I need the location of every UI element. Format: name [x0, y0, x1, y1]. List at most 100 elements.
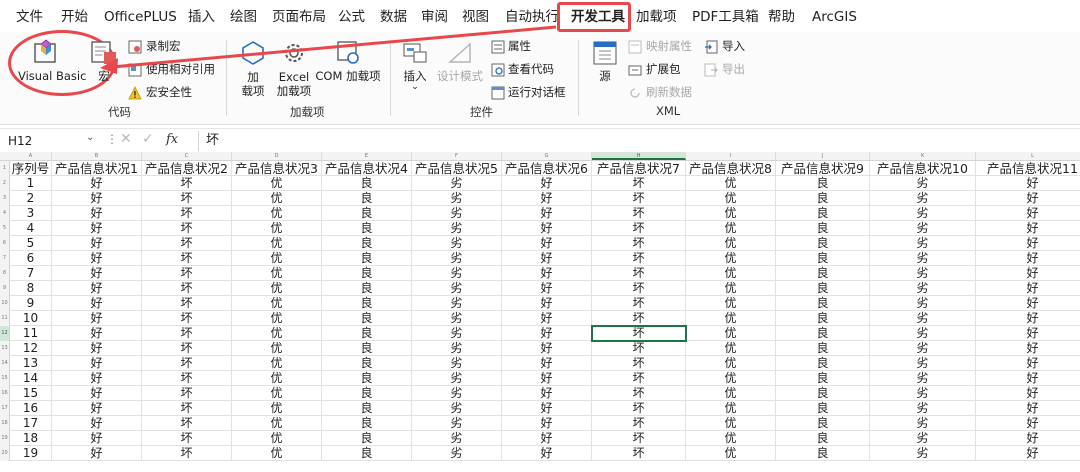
table-cell[interactable]: 优 [232, 251, 322, 266]
table-cell[interactable]: 良 [776, 356, 870, 371]
table-cell[interactable]: 劣 [412, 266, 502, 281]
table-cell[interactable]: 良 [776, 371, 870, 386]
table-cell[interactable]: 优 [686, 311, 776, 326]
serial-number-cell[interactable]: 4 [10, 221, 52, 236]
column-header[interactable]: C [142, 152, 232, 160]
table-cell[interactable]: 坏 [592, 341, 686, 356]
menu-item-13[interactable]: PDF工具箱 [692, 0, 759, 32]
xml-source-icon[interactable] [591, 39, 619, 67]
table-cell[interactable]: 好 [52, 221, 142, 236]
serial-number-cell[interactable]: 3 [10, 206, 52, 221]
macro-security-button[interactable]: 宏安全性 [146, 83, 192, 101]
import-button[interactable]: 导入 [722, 37, 745, 55]
table-cell[interactable]: 优 [686, 266, 776, 281]
table-cell[interactable]: 优 [686, 326, 776, 341]
table-cell[interactable]: 优 [232, 266, 322, 281]
column-header[interactable]: I [686, 152, 776, 160]
serial-number-cell[interactable]: 7 [10, 266, 52, 281]
column-title-cell[interactable]: 产品信息状况10 [870, 161, 976, 176]
menu-item-0[interactable]: 文件 [16, 0, 43, 32]
table-cell[interactable]: 好 [52, 371, 142, 386]
table-cell[interactable]: 劣 [412, 371, 502, 386]
table-cell[interactable]: 坏 [592, 176, 686, 191]
chevron-down-icon[interactable]: ⌄ [408, 80, 422, 95]
table-cell[interactable]: 优 [232, 296, 322, 311]
table-cell[interactable]: 良 [322, 221, 412, 236]
table-cell[interactable]: 良 [776, 296, 870, 311]
table-cell[interactable]: 劣 [412, 326, 502, 341]
column-header[interactable]: D [232, 152, 322, 160]
table-cell[interactable]: 优 [686, 446, 776, 461]
table-cell[interactable]: 优 [686, 206, 776, 221]
table-cell[interactable]: 良 [776, 446, 870, 461]
table-cell[interactable]: 良 [322, 386, 412, 401]
table-cell[interactable]: 好 [976, 221, 1080, 236]
table-cell[interactable]: 优 [686, 296, 776, 311]
table-cell[interactable]: 劣 [870, 356, 976, 371]
table-cell[interactable]: 好 [976, 431, 1080, 446]
row-number[interactable]: 9 [0, 281, 10, 296]
table-cell[interactable]: 优 [232, 191, 322, 206]
menu-item-2[interactable]: OfficePLUS [104, 0, 177, 32]
table-cell[interactable]: 坏 [592, 221, 686, 236]
table-cell[interactable]: 好 [976, 341, 1080, 356]
table-cell[interactable]: 劣 [412, 416, 502, 431]
table-cell[interactable]: 好 [976, 281, 1080, 296]
table-cell[interactable]: 坏 [142, 311, 232, 326]
table-cell[interactable]: 劣 [412, 176, 502, 191]
table-cell[interactable]: 坏 [142, 281, 232, 296]
table-cell[interactable]: 好 [976, 296, 1080, 311]
table-cell[interactable]: 好 [976, 191, 1080, 206]
table-cell[interactable]: 良 [776, 416, 870, 431]
table-cell[interactable]: 良 [776, 386, 870, 401]
table-cell[interactable]: 劣 [870, 311, 976, 326]
table-cell[interactable]: 好 [52, 446, 142, 461]
table-cell[interactable]: 劣 [412, 311, 502, 326]
expansion-packs-button[interactable]: 扩展包 [646, 60, 681, 78]
table-cell[interactable]: 良 [776, 431, 870, 446]
column-title-cell[interactable]: 产品信息状况11 [976, 161, 1080, 176]
table-cell[interactable]: 优 [232, 431, 322, 446]
table-cell[interactable]: 劣 [870, 386, 976, 401]
excel-addins-gear-icon[interactable] [280, 39, 308, 67]
table-cell[interactable]: 优 [686, 221, 776, 236]
table-cell[interactable]: 好 [502, 206, 592, 221]
column-header[interactable]: J [776, 152, 870, 160]
addins-icon[interactable] [240, 40, 266, 66]
table-cell[interactable]: 好 [502, 296, 592, 311]
column-header[interactable]: F [412, 152, 502, 160]
table-cell[interactable]: 好 [52, 251, 142, 266]
column-header[interactable]: E [322, 152, 412, 160]
column-title-cell[interactable]: 产品信息状况6 [502, 161, 592, 176]
export-button[interactable]: 导出 [722, 60, 745, 78]
table-cell[interactable]: 好 [52, 296, 142, 311]
table-cell[interactable]: 劣 [412, 281, 502, 296]
menu-item-8[interactable]: 审阅 [421, 0, 448, 32]
column-header[interactable]: K [870, 152, 976, 160]
table-cell[interactable]: 优 [232, 236, 322, 251]
design-mode-button[interactable]: 设计模式 [437, 67, 483, 85]
refresh-data-button[interactable]: 刷新数据 [646, 83, 692, 101]
table-cell[interactable]: 坏 [142, 296, 232, 311]
row-number[interactable]: 15 [0, 371, 10, 386]
table-cell[interactable]: 良 [322, 206, 412, 221]
serial-number-cell[interactable]: 9 [10, 296, 52, 311]
confirm-icon[interactable]: ✓ [142, 131, 154, 147]
row-number[interactable]: 16 [0, 386, 10, 401]
column-title-cell[interactable]: 产品信息状况8 [686, 161, 776, 176]
table-cell[interactable]: 坏 [592, 236, 686, 251]
menu-item-4[interactable]: 绘图 [230, 0, 257, 32]
table-cell[interactable]: 好 [976, 311, 1080, 326]
table-cell[interactable]: 良 [776, 326, 870, 341]
table-cell[interactable]: 优 [232, 221, 322, 236]
table-cell[interactable]: 劣 [870, 266, 976, 281]
table-cell[interactable]: 好 [976, 326, 1080, 341]
table-cell[interactable]: 劣 [870, 221, 976, 236]
row-number[interactable]: 1 [0, 161, 10, 176]
serial-number-cell[interactable]: 5 [10, 236, 52, 251]
table-cell[interactable]: 坏 [592, 206, 686, 221]
table-cell[interactable]: 坏 [592, 296, 686, 311]
table-cell[interactable]: 优 [232, 206, 322, 221]
table-cell[interactable]: 劣 [870, 236, 976, 251]
table-cell[interactable]: 良 [322, 416, 412, 431]
